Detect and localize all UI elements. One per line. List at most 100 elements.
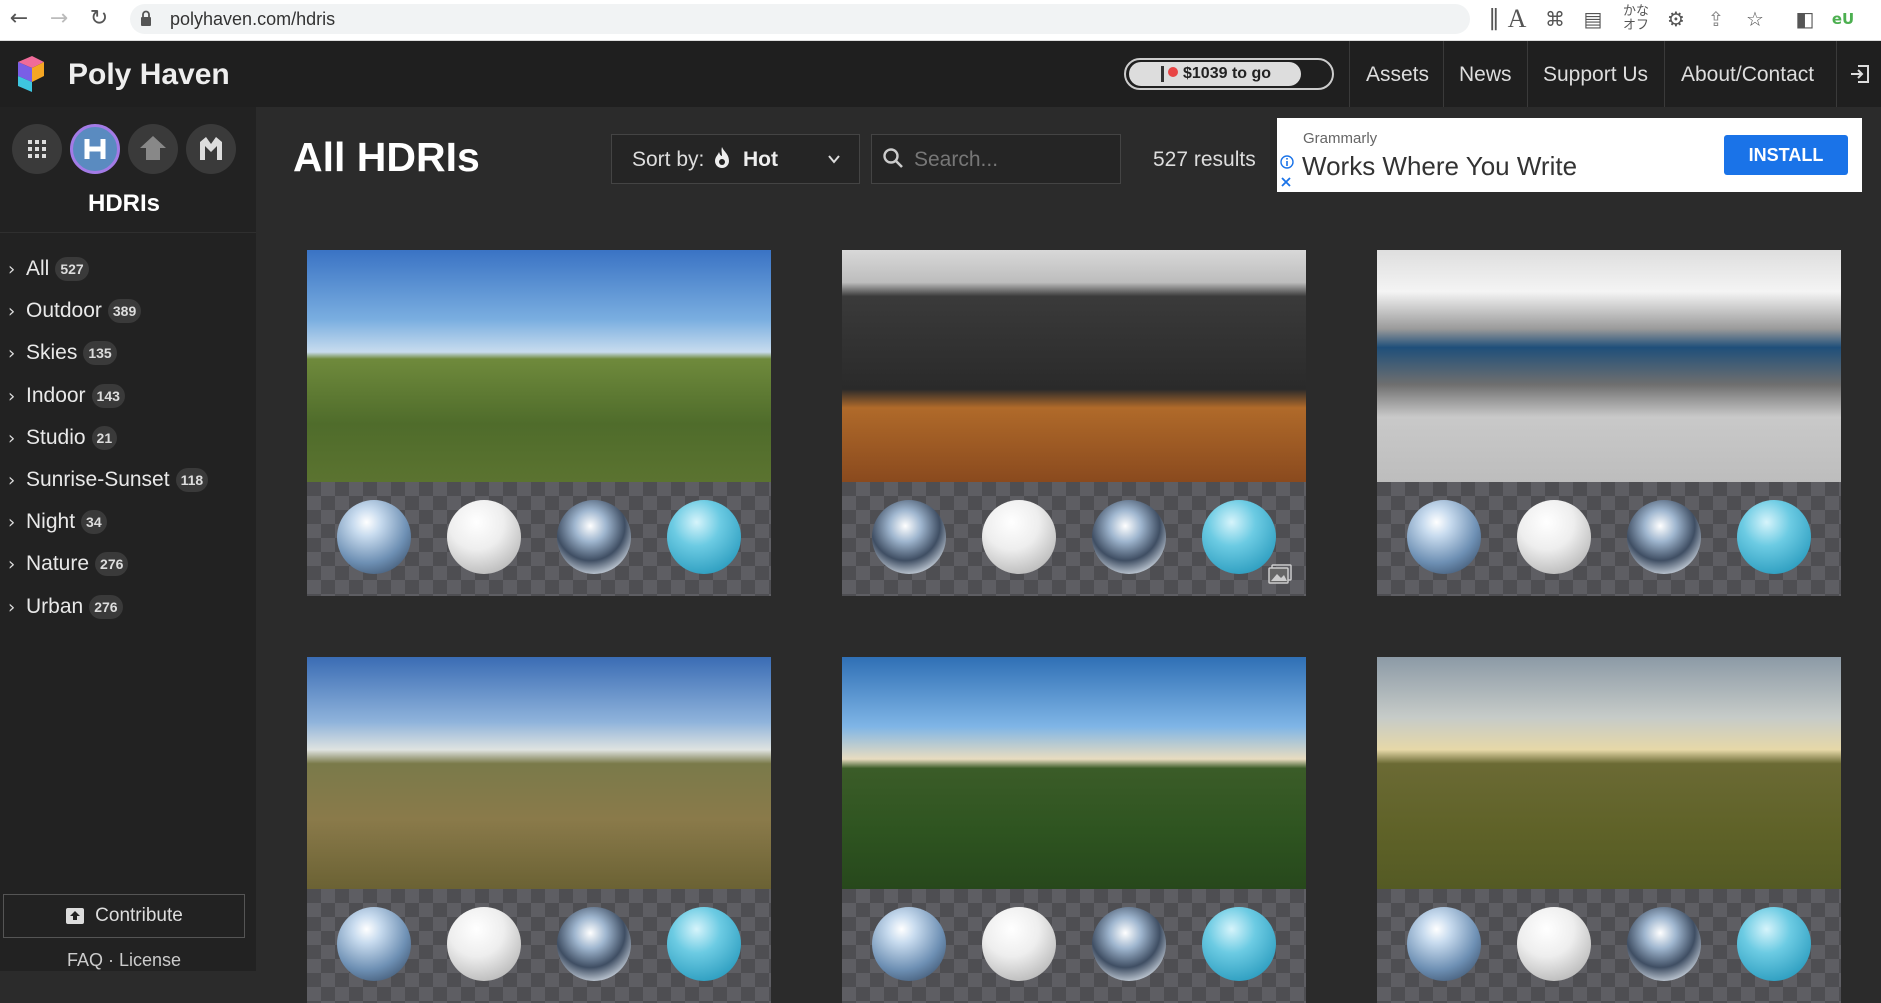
chevron-right-icon: ›: [8, 553, 16, 575]
nav-divider: [1664, 41, 1665, 107]
profile-extension-icon[interactable]: eU: [1829, 5, 1857, 33]
translate-extension-icon[interactable]: ⌘: [1541, 5, 1569, 33]
category-count-badge: 527: [55, 257, 89, 281]
forward-icon[interactable]: →: [46, 6, 72, 32]
settings-gear-icon[interactable]: ⚙: [1662, 5, 1690, 33]
category-label: Sunrise-Sunset: [26, 468, 170, 491]
hdri-thumbnail: [842, 250, 1306, 482]
white-sphere: [982, 907, 1056, 981]
nav-assets[interactable]: Assets: [1366, 63, 1429, 87]
chrome-sphere: [1092, 907, 1166, 981]
hdri-thumbnail: [307, 250, 771, 482]
ad-headline[interactable]: Works Where You Write: [1302, 151, 1577, 182]
grid-icon: [28, 140, 46, 158]
nav-divider: [1527, 41, 1528, 107]
chrome-sphere: [1627, 500, 1701, 574]
nav-about-contact[interactable]: About/Contact: [1681, 63, 1814, 87]
nav-support-us[interactable]: Support Us: [1543, 63, 1648, 87]
asset-type-all-button[interactable]: [12, 124, 62, 174]
category-skies[interactable]: › Skies 135: [8, 338, 117, 368]
glass-sphere: [337, 500, 411, 574]
sidebar-title: HDRIs: [87, 190, 160, 217]
glass-sphere: [1407, 500, 1481, 574]
cyan-sphere: [1202, 500, 1276, 574]
search-input[interactable]: [912, 140, 1116, 180]
category-sunrise-sunset[interactable]: › Sunrise-Sunset 118: [8, 465, 209, 495]
chrome-sphere: [557, 500, 631, 574]
hdri-thumbnail: [1377, 657, 1841, 889]
hdri-icon: [84, 139, 106, 159]
chevron-right-icon: ›: [8, 511, 16, 533]
reload-icon[interactable]: ↻: [86, 6, 112, 32]
nav-divider: [1443, 41, 1444, 107]
hdri-thumbnail: [1377, 250, 1841, 482]
cyan-sphere: [667, 500, 741, 574]
lock-icon: [141, 10, 151, 26]
back-icon[interactable]: ←: [6, 6, 32, 32]
note-extension-icon[interactable]: ▤: [1579, 5, 1607, 33]
hdri-card[interactable]: [1377, 657, 1841, 1003]
category-label: Urban: [26, 595, 84, 618]
asset-type-hdris-button[interactable]: [70, 124, 120, 174]
model-icon: [200, 137, 222, 160]
category-count-badge: 118: [175, 468, 209, 492]
hdri-card[interactable]: [842, 657, 1306, 1003]
nav-news[interactable]: News: [1459, 63, 1512, 87]
category-count-badge: 34: [81, 510, 107, 534]
cyan-sphere: [1202, 907, 1276, 981]
glass-sphere: [872, 907, 946, 981]
hdri-card[interactable]: [842, 250, 1306, 596]
faq-license-links[interactable]: FAQ · License: [0, 950, 248, 971]
category-label: Indoor: [26, 384, 86, 407]
cyan-sphere: [1737, 500, 1811, 574]
kana-extension-icon[interactable]: かな オフ: [1622, 5, 1650, 33]
hdri-card[interactable]: [307, 657, 771, 1003]
category-label: All: [26, 257, 50, 280]
asset-type-models-button[interactable]: [186, 124, 236, 174]
url-text[interactable]: polyhaven.com/hdris: [170, 9, 335, 30]
font-extension-icon[interactable]: A: [1503, 5, 1531, 33]
ad-brand: Grammarly: [1303, 130, 1378, 147]
funding-goal-text: $1039 to go: [1183, 65, 1272, 82]
chevron-down-icon: [828, 155, 840, 164]
chevron-right-icon: ›: [8, 258, 16, 280]
bookmark-star-icon[interactable]: ☆: [1741, 5, 1769, 33]
gallery-icon[interactable]: [1268, 564, 1292, 584]
hdri-card[interactable]: [307, 250, 771, 596]
close-icon[interactable]: [1280, 176, 1292, 188]
ad-install-button[interactable]: INSTALL: [1724, 135, 1848, 175]
upload-icon: [66, 908, 85, 924]
sort-label: Sort by:: [632, 148, 705, 171]
category-label: Night: [26, 510, 76, 533]
chevron-right-icon: ›: [8, 300, 16, 322]
category-night[interactable]: › Night 34: [8, 507, 107, 537]
side-panel-icon[interactable]: ◧: [1791, 5, 1819, 33]
sort-value: Hot: [743, 148, 778, 171]
category-label: Studio: [26, 426, 86, 449]
white-sphere: [447, 907, 521, 981]
category-all[interactable]: › All 527: [8, 254, 89, 284]
glass-sphere: [337, 907, 411, 981]
contribute-button[interactable]: Contribute: [3, 894, 245, 938]
chevron-right-icon: ›: [8, 469, 16, 491]
texture-icon: [140, 136, 166, 160]
nav-divider: [1836, 41, 1837, 107]
contribute-label: Contribute: [95, 905, 183, 926]
share-icon[interactable]: ⇪: [1702, 5, 1730, 33]
category-outdoor[interactable]: › Outdoor 389: [8, 296, 142, 326]
hdri-card[interactable]: [1377, 250, 1841, 596]
sign-in-icon[interactable]: [1848, 62, 1872, 86]
info-icon[interactable]: [1280, 155, 1294, 169]
category-urban[interactable]: › Urban 276: [8, 592, 123, 622]
asset-type-textures-button[interactable]: [128, 124, 178, 174]
chrome-sphere: [1092, 500, 1166, 574]
poly-haven-logo-icon[interactable]: [14, 54, 48, 94]
divider: [0, 232, 256, 233]
category-count-badge: 21: [91, 426, 118, 450]
category-indoor[interactable]: › Indoor 143: [8, 381, 125, 411]
category-studio[interactable]: › Studio 21: [8, 423, 118, 453]
site-name[interactable]: Poly Haven: [68, 58, 230, 92]
chevron-right-icon: ›: [8, 342, 16, 364]
category-nature[interactable]: › Nature 276: [8, 549, 129, 579]
browser-toolbar: ← → ↻ polyhaven.com/hdris ‖ A ⌘ ▤ かな オフ ⚙…: [0, 0, 1881, 41]
